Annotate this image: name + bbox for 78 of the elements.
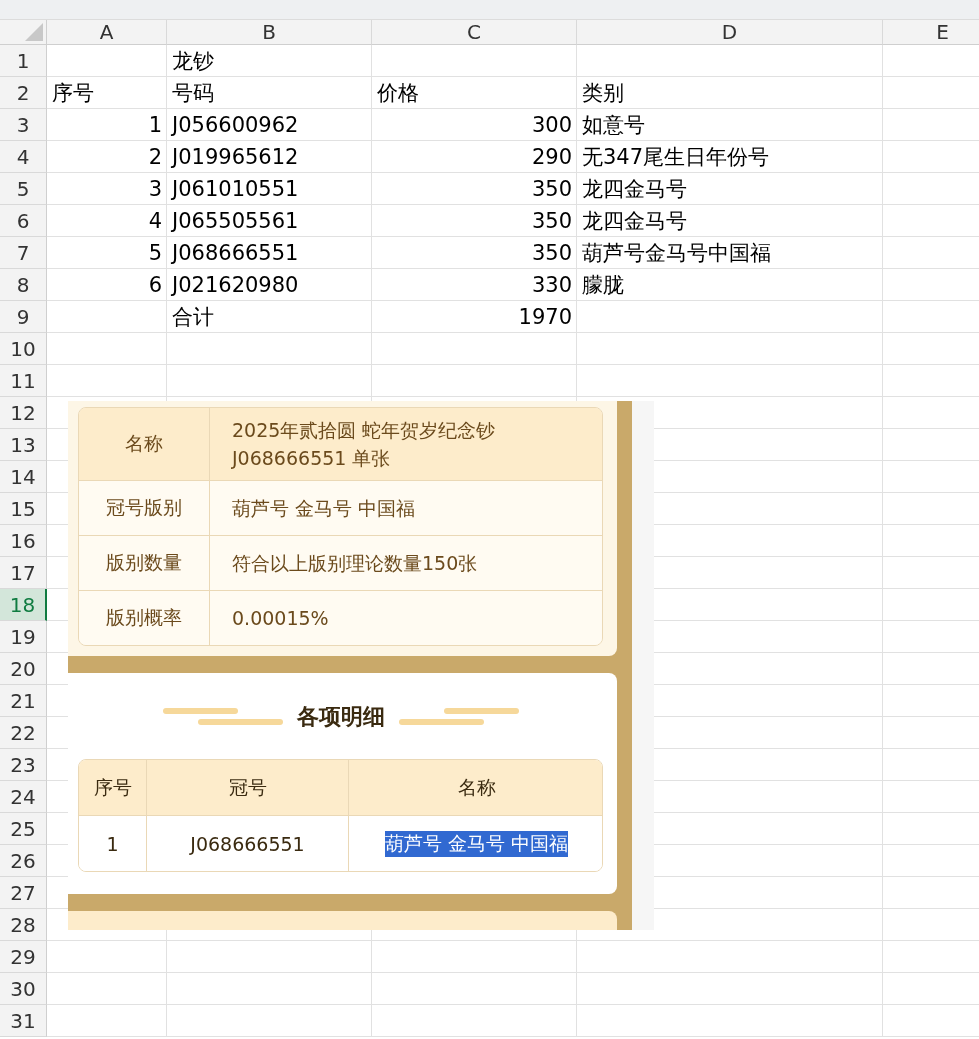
row-header[interactable]: 9 (0, 301, 47, 333)
info-value: 符合以上版别理论数量150张 (231, 551, 479, 576)
section-title: 各项明细 (296, 702, 385, 731)
table-cell: 350 (372, 237, 577, 269)
row-header[interactable]: 4 (0, 141, 47, 173)
table-cell: J068666551 (167, 237, 372, 269)
table-cell: 龙四金马号 (577, 173, 883, 205)
info-value: 2025年贰拾圆 蛇年贺岁纪念钞 J068666551 单张 (230, 418, 497, 471)
table-cell-text: J068666551 (190, 832, 305, 855)
column-header[interactable]: D (577, 20, 883, 45)
row-header[interactable]: 2 (0, 77, 47, 109)
info-label: 版别概率 (79, 591, 210, 645)
row-header[interactable]: 26 (0, 845, 47, 877)
table-cell: 2 (47, 141, 167, 173)
row-header[interactable]: 24 (0, 781, 47, 813)
table-cell: 龙四金马号 (577, 205, 883, 237)
table-cell: 6 (47, 269, 167, 301)
row-header[interactable]: 13 (0, 429, 47, 461)
row-header[interactable]: 25 (0, 813, 47, 845)
row-header[interactable]: 16 (0, 525, 47, 557)
column-header[interactable]: C (372, 20, 577, 45)
row-header[interactable]: 22 (0, 717, 47, 749)
table-cell: 1970 (372, 301, 577, 333)
table-cell: 350 (372, 205, 577, 237)
table-cell: J065505561 (167, 205, 372, 237)
table-cell: 3 (47, 173, 167, 205)
info-value: 葫芦号 金马号 中国福 (231, 496, 417, 521)
table-cell: 350 (372, 173, 577, 205)
table-cell: J019965612 (167, 141, 372, 173)
table-cell: J061010551 (167, 173, 372, 205)
row-header[interactable]: 28 (0, 909, 47, 941)
row-header[interactable]: 20 (0, 653, 47, 685)
table-cell: 无347尾生日年份号 (577, 141, 883, 173)
row-header[interactable]: 7 (0, 237, 47, 269)
table-cell-text: 葫芦号 金马号 中国福 (384, 830, 569, 857)
row-header[interactable]: 3 (0, 109, 47, 141)
table-cell: 1 (47, 109, 167, 141)
column-header[interactable]: A (47, 20, 167, 45)
table-cell: 290 (372, 141, 577, 173)
table-cell: 类别 (577, 77, 883, 109)
row-header[interactable]: 27 (0, 877, 47, 909)
row-header[interactable]: 29 (0, 941, 47, 973)
table-cell: 价格 (372, 77, 577, 109)
info-value: 0.00015% (231, 606, 330, 631)
table-cell: 号码 (167, 77, 372, 109)
table-cell: 合计 (167, 301, 372, 333)
table-cell: J056600962 (167, 109, 372, 141)
table-cell: 朦胧 (577, 269, 883, 301)
row-header[interactable]: 23 (0, 749, 47, 781)
column-header[interactable]: E (883, 20, 979, 45)
row-header[interactable]: 10 (0, 333, 47, 365)
row-header[interactable]: 31 (0, 1005, 47, 1037)
row-header[interactable]: 11 (0, 365, 47, 397)
row-header[interactable]: 6 (0, 205, 47, 237)
row-header[interactable]: 19 (0, 621, 47, 653)
table-cell: 300 (372, 109, 577, 141)
row-header[interactable]: 1 (0, 45, 47, 77)
table-cell: 330 (372, 269, 577, 301)
row-header[interactable]: 15 (0, 493, 47, 525)
table-cell: 如意号 (577, 109, 883, 141)
select-all-icon[interactable] (25, 23, 43, 41)
table-cell: 序号 (47, 77, 167, 109)
row-header[interactable]: 5 (0, 173, 47, 205)
table-cell-text: 1 (106, 832, 119, 855)
row-header[interactable]: 21 (0, 685, 47, 717)
column-header[interactable]: B (167, 20, 372, 45)
table-cell: 葫芦号金马号中国福 (577, 237, 883, 269)
row-header[interactable]: 30 (0, 973, 47, 1005)
table-cell: 5 (47, 237, 167, 269)
table-cell: 4 (47, 205, 167, 237)
row-header[interactable]: 12 (0, 397, 47, 429)
table-header: 名称 (456, 774, 497, 800)
row-header[interactable]: 17 (0, 557, 47, 589)
table-cell: J021620980 (167, 269, 372, 301)
row-header[interactable]: 14 (0, 461, 47, 493)
row-header[interactable]: 18 (0, 589, 47, 621)
row-header[interactable]: 8 (0, 269, 47, 301)
table-cell: 龙钞 (167, 45, 372, 77)
